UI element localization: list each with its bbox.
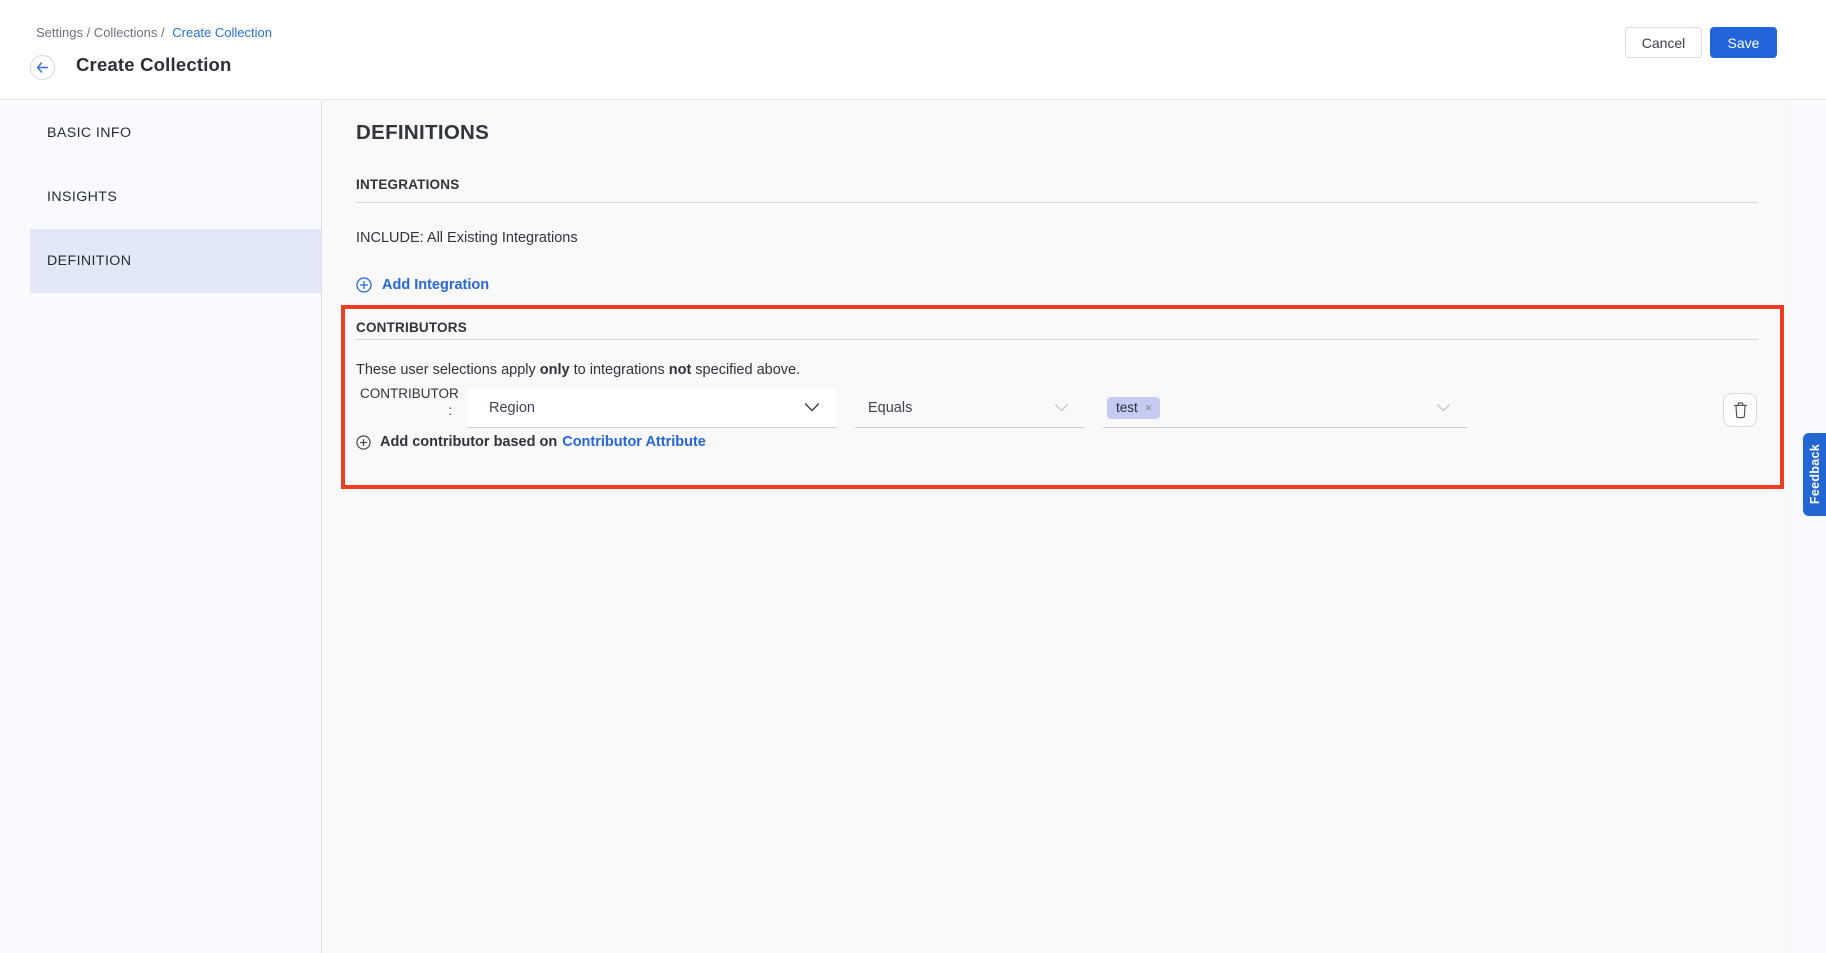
main-content: DEFINITIONS INTEGRATIONS INCLUDE: All Ex… — [323, 101, 1790, 953]
chevron-down-icon — [1054, 404, 1069, 412]
save-button[interactable]: Save — [1710, 27, 1777, 58]
attribute-select-value: Region — [489, 400, 535, 416]
attribute-select[interactable]: Region — [468, 388, 836, 428]
chevron-down-icon — [1436, 404, 1451, 412]
value-tag-label: test — [1116, 400, 1138, 415]
delete-contributor-button[interactable] — [1723, 393, 1757, 427]
operator-select[interactable]: Equals — [855, 388, 1085, 428]
breadcrumb-current[interactable]: Create Collection — [172, 25, 272, 40]
integrations-heading: INTEGRATIONS — [356, 177, 459, 192]
note-bold-only: only — [540, 362, 570, 378]
add-integration-button[interactable]: Add Integration — [356, 277, 489, 293]
sidebar-item-definition[interactable]: DEFINITION — [30, 229, 321, 293]
app-body: BASIC INFO INSIGHTS DEFINITION DEFINITIO… — [0, 101, 1826, 953]
sidebar: BASIC INFO INSIGHTS DEFINITION — [0, 101, 322, 953]
operator-select-value: Equals — [868, 400, 912, 416]
values-multiselect[interactable]: test × — [1103, 388, 1467, 428]
trash-icon — [1733, 402, 1748, 419]
add-contributor-text: Add contributor based on — [380, 434, 557, 450]
contributor-label-text: CONTRIBUTOR — [360, 386, 459, 401]
breadcrumb: Settings / Collections / Create Collecti… — [36, 25, 272, 40]
note-text: specified above. — [691, 362, 800, 378]
circle-plus-icon — [356, 277, 372, 293]
page-header: Settings / Collections / Create Collecti… — [0, 0, 1826, 100]
back-button[interactable] — [30, 55, 55, 80]
include-text: INCLUDE: All Existing Integrations — [356, 230, 578, 246]
contributors-divider — [356, 339, 1758, 340]
feedback-tab[interactable]: Feedback — [1803, 433, 1826, 516]
contributor-attribute-link[interactable]: Contributor Attribute — [562, 434, 706, 450]
contributor-label-colon: : — [360, 402, 460, 419]
breadcrumb-prefix[interactable]: Settings / Collections / — [36, 25, 165, 40]
arrow-left-icon — [36, 62, 49, 73]
circle-plus-icon — [356, 435, 371, 450]
sidebar-item-basic-info[interactable]: BASIC INFO — [0, 101, 321, 165]
add-integration-label: Add Integration — [382, 277, 489, 293]
contributors-note: These user selections apply only to inte… — [356, 362, 800, 378]
feedback-tab-label: Feedback — [1808, 444, 1822, 504]
page-title: Create Collection — [76, 54, 232, 76]
add-contributor-row[interactable]: Add contributor based on Contributor Att… — [356, 434, 706, 450]
note-bold-not: not — [669, 362, 692, 378]
chevron-down-icon — [804, 403, 820, 412]
note-text: These user selections apply — [356, 362, 540, 378]
contributor-row-label: CONTRIBUTOR : — [360, 385, 460, 419]
note-text: to integrations — [570, 362, 669, 378]
section-title: DEFINITIONS — [356, 121, 489, 145]
contributors-heading: CONTRIBUTORS — [356, 320, 467, 335]
sidebar-item-insights[interactable]: INSIGHTS — [0, 165, 321, 229]
tag-remove-icon[interactable]: × — [1145, 401, 1153, 414]
value-tag: test × — [1107, 397, 1160, 419]
integrations-divider — [356, 202, 1758, 203]
cancel-button[interactable]: Cancel — [1625, 27, 1702, 58]
